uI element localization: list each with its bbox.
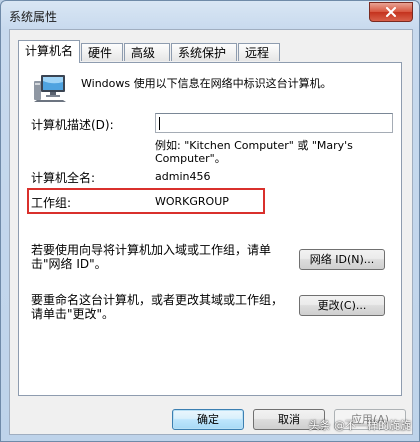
network-id-text-line-2: 击"网络 ID"。 xyxy=(31,257,107,271)
full-name-label: 计算机全名: xyxy=(31,171,96,185)
tab-system-protection[interactable]: 系统保护 xyxy=(171,43,237,61)
network-id-button[interactable]: 网络 ID(N)... xyxy=(299,249,385,270)
tab-computer-name[interactable]: 计算机名 xyxy=(18,40,80,63)
network-id-text: 若要使用向导将计算机加入域或工作组，请单 击"网络 ID"。 xyxy=(31,243,291,271)
watermark: 头条 @不一样的旋旋 xyxy=(308,419,412,432)
close-icon xyxy=(386,7,396,17)
change-button[interactable]: 更改(C)... xyxy=(299,295,385,316)
title-bar[interactable]: 系统属性 xyxy=(1,1,419,29)
computer-description-input[interactable] xyxy=(155,113,393,133)
close-button[interactable] xyxy=(369,2,413,22)
description-example: 例如: "Kitchen Computer" 或 "Mary's Compute… xyxy=(155,139,395,165)
network-id-text-line-1: 若要使用向导将计算机加入域或工作组，请单 xyxy=(31,243,272,257)
rename-text-line-1: 要重命名这台计算机，或者更改其域或工作组， xyxy=(31,293,284,307)
example-line-1: 例如: "Kitchen Computer" 或 "Mary's xyxy=(155,139,353,152)
ok-button[interactable]: 确定 xyxy=(172,409,244,430)
tab-hardware[interactable]: 硬件 xyxy=(81,43,123,61)
full-name-value: admin456 xyxy=(155,170,211,183)
workgroup-label: 工作组: xyxy=(31,196,72,210)
window-title: 系统属性 xyxy=(9,10,58,24)
workgroup-value: WORKGROUP xyxy=(155,195,229,208)
example-line-2: Computer"。 xyxy=(155,152,226,165)
text-caret xyxy=(159,117,160,130)
intro-text: Windows 使用以下信息在网络中标识这台计算机。 xyxy=(81,77,332,90)
tab-advanced[interactable]: 高级 xyxy=(124,43,170,61)
computer-icon xyxy=(33,73,67,106)
computer-description-label: 计算机描述(D): xyxy=(31,118,114,132)
system-properties-window: 系统属性 计算机名 硬件 高级 系统保护 远程 Windows 使用以下信息在网… xyxy=(0,0,420,442)
rename-text: 要重命名这台计算机，或者更改其域或工作组， 请单击"更改"。 xyxy=(31,293,291,321)
computer-name-panel: Windows 使用以下信息在网络中标识这台计算机。 计算机描述(D): 例如:… xyxy=(18,62,402,396)
rename-text-line-2: 请单击"更改"。 xyxy=(31,307,115,321)
dialog-body: 计算机名 硬件 高级 系统保护 远程 Windows 使用以下信息在网络中标识这… xyxy=(9,29,413,435)
tab-remote[interactable]: 远程 xyxy=(238,43,280,61)
